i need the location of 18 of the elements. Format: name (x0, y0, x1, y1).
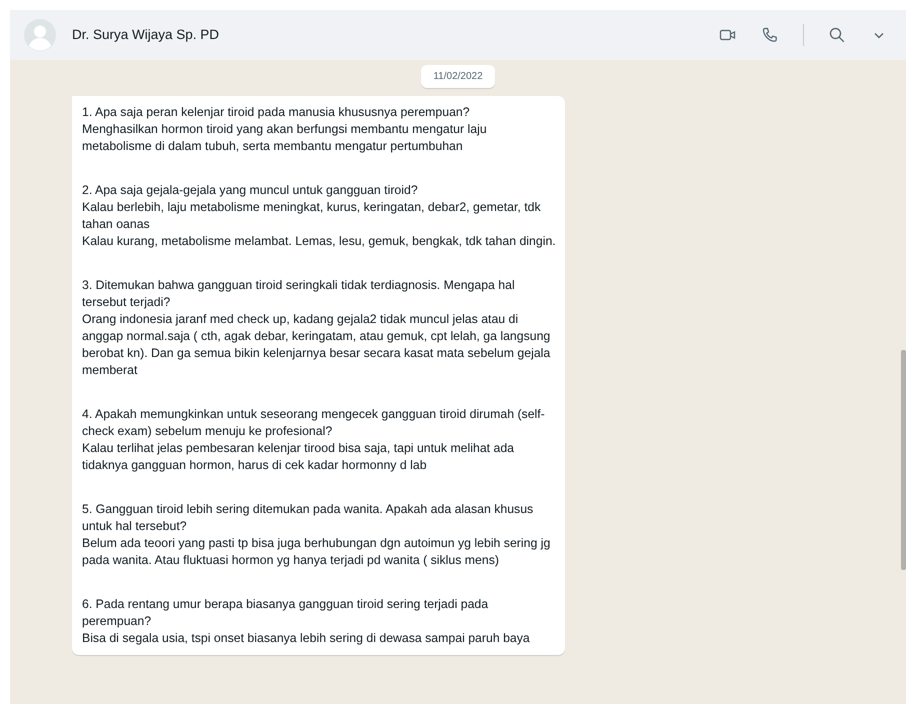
answer-text: Belum ada teoori yang pasti tp bisa juga berhubungan dgn autoimun yg lebih sering jg pada wanita. Atau fluktuasi hormon yg hanya terjadi pd wanita ( siklus mens) (82, 535, 552, 569)
scrollbar-thumb[interactable] (901, 350, 906, 570)
answer-text: Orang indonesia jaranf med check up, kadang gejala2 tidak muncul jelas atau di anggap normal.saja ( cth, agak debar, keringatam, atau gemuk, cpt lelah, ga langsung berobat kn). Dan ga semua bikin kelenjarnya besar secara kasat mata sebelum gejala memberat (82, 311, 552, 379)
question-text: 5. Gangguan tiroid lebih sering ditemukan pada wanita. Apakah ada alasan khusus untuk hal tersebut? (82, 501, 534, 535)
answer-text: Menghasilkan hormon tiroid yang akan berfungsi membantu mengatur laju metabolisme di dalam tubuh, serta membantu mengatur pertumbuhan (82, 121, 488, 155)
question-text: 2. Apa saja gejala-gejala yang muncul untuk gangguan tiroid? (82, 182, 419, 199)
search-icon[interactable] (828, 26, 846, 44)
question-text: 4. Apakah memungkinkan untuk seseorang mengecek gangguan tiroid dirumah (self-check exam) sebelum menuju ke profesional? (82, 406, 546, 440)
question-text: 1. Apa saja peran kelenjar tiroid pada manusia khususnya perempuan? (82, 104, 471, 121)
answer-text: Kalau kurang, metabolisme melambat. Lemas, lesu, gemuk, bengkak, tdk tahan dingin. (82, 233, 557, 250)
answer-text: Bisa di segala usia, tspi onset biasanya lebih sering di dewasa sampai paruh baya (82, 630, 531, 647)
question-text: 3. Ditemukan bahwa gangguan tiroid seringkali tidak terdiagnosis. Mengapa hal tersebut terjadi? (82, 277, 516, 311)
question-text: 6. Pada rentang umur berapa biasanya gangguan tiroid sering terjadi pada perempuan? (82, 596, 490, 630)
answer-text: Kalau terlihat jelas pembesaran kelenjar tirood bisa saja, tapi untuk melihat ada tidaknya gangguan hormon, harus di cek kadar hormonny d lab (82, 440, 516, 474)
phone-icon[interactable] (761, 26, 779, 44)
answer-text: Kalau berlebih, laju metabolisme meningkat, kurus, keringatan, debar2, gemetar, tdk tahan oanas (82, 199, 542, 233)
contact-name[interactable]: Dr. Surya Wijaya Sp. PD (72, 24, 220, 46)
date-label: 11/02/2022 (421, 65, 495, 88)
